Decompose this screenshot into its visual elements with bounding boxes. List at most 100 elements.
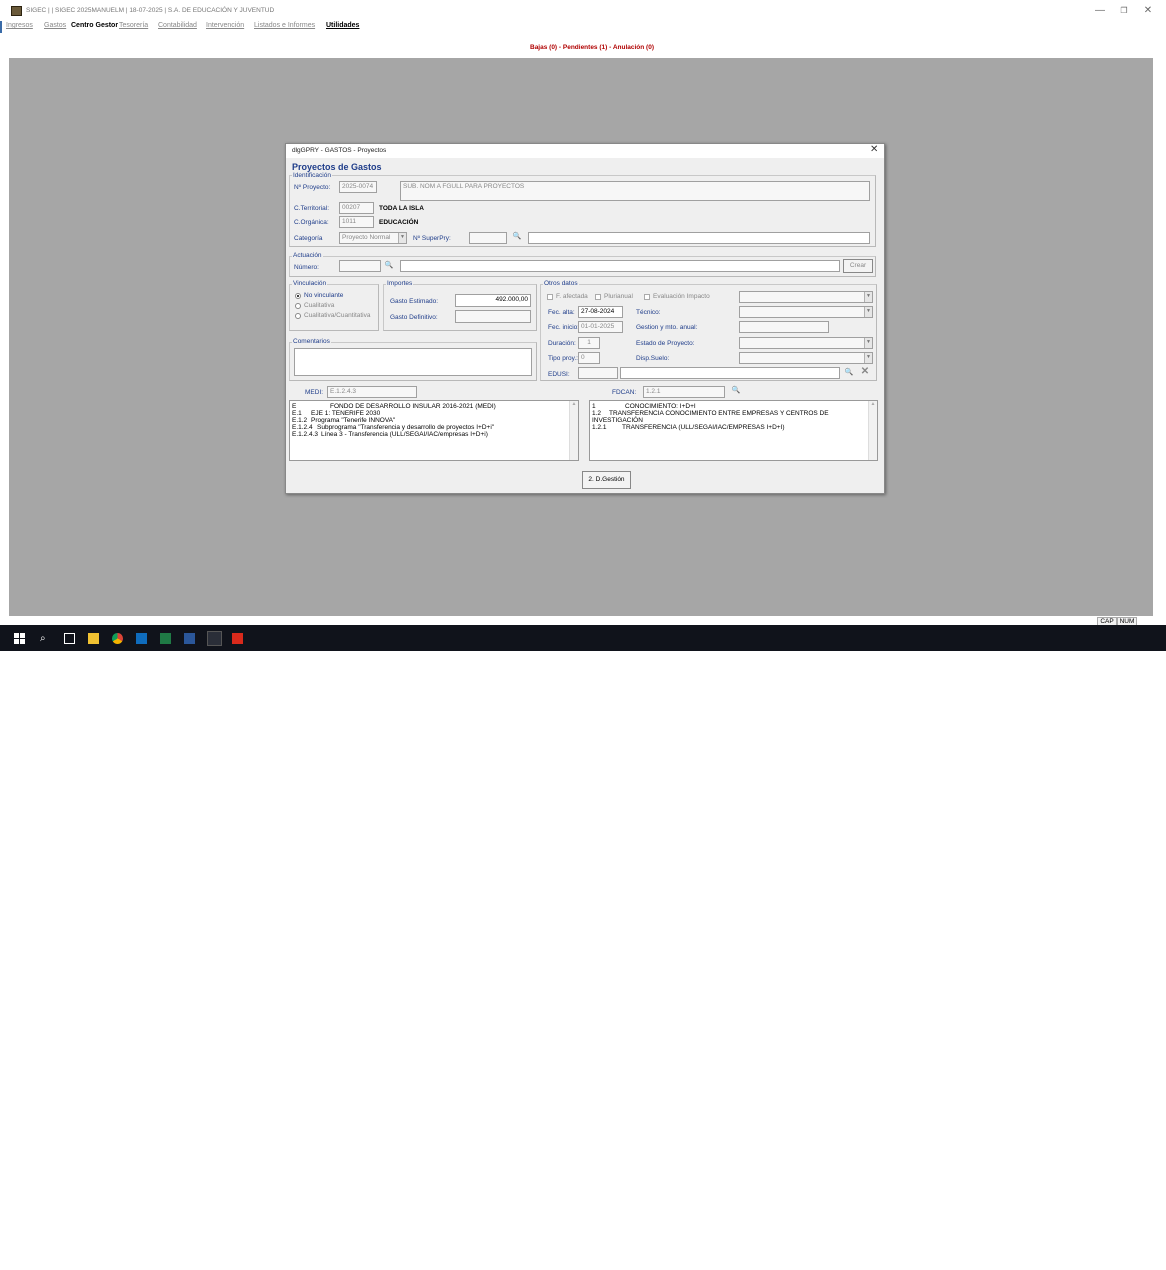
menu-utilidades[interactable]: Utilidades: [326, 22, 359, 29]
f-afectada-label: F. afectada: [556, 293, 588, 300]
chevron-down-icon: ▼: [864, 292, 872, 302]
f-afectada-checkbox[interactable]: [547, 294, 553, 300]
medi-row-text: Subprograma "Transferencia y desarrollo …: [317, 424, 495, 431]
superpry-descripcion-field[interactable]: [528, 232, 870, 244]
edusi-descripcion-field[interactable]: [620, 367, 840, 379]
tipo-proy-field[interactable]: 0: [578, 352, 600, 364]
dialog-titlebar: dlgGPRY - GASTOS - Proyectos ✕: [286, 144, 884, 158]
comentarios-textarea[interactable]: [294, 348, 532, 376]
gasto-estimado-field[interactable]: 492.000,00: [455, 294, 531, 307]
medi-row-code: E: [292, 403, 297, 410]
estado-proyecto-select[interactable]: ▼: [739, 337, 873, 349]
c-organica-desc: EDUCACIÓN: [379, 219, 419, 226]
window-titlebar: SIGEC | | SIGEC 2025MANUELM | 18-07-2025…: [0, 0, 1166, 20]
search-icon[interactable]: 🔍: [511, 232, 523, 242]
medi-listbox[interactable]: E FONDO DE DESARROLLO INSULAR 2016-2021 …: [289, 400, 579, 461]
fdcan-row-code: 1.2.1: [592, 424, 607, 431]
minimize-button[interactable]: —: [1090, 4, 1110, 18]
fdcan-row-text: TRANSFERENCIA CONOCIMIENTO ENTRE EMPRESA…: [609, 410, 829, 417]
fec-inicio-field[interactable]: 01-01-2025: [578, 321, 623, 333]
dialog-close-button[interactable]: ✕: [870, 144, 878, 155]
acrobat-icon[interactable]: [232, 633, 243, 644]
windows-start-icon[interactable]: [14, 633, 25, 644]
fdcan-row-text: CONOCIMIENTO: I+D+I: [625, 403, 696, 410]
tecnico-label: Técnico:: [636, 309, 661, 316]
gasto-definitivo-field[interactable]: [455, 310, 531, 323]
close-window-button[interactable]: ✕: [1138, 4, 1158, 18]
proyecto-descripcion-field[interactable]: SUB. NOM A FGULL PARA PROYECTOS: [400, 181, 870, 201]
duracion-label: Duración:: [548, 340, 576, 347]
word-icon[interactable]: [184, 633, 195, 644]
excel-icon[interactable]: [160, 633, 171, 644]
menu-contabilidad[interactable]: Contabilidad: [158, 22, 197, 29]
radio-cualitativa-cuantitativa[interactable]: [295, 313, 301, 319]
menu-intervencion[interactable]: Intervención: [206, 22, 244, 29]
menu-gastos[interactable]: Gastos: [44, 22, 66, 29]
fdcan-field[interactable]: 1.2.1: [643, 386, 725, 398]
sigec-app-icon[interactable]: [207, 631, 222, 646]
importes-group: [383, 284, 537, 331]
fdcan-scrollbar[interactable]: ▲: [868, 401, 877, 460]
menu-ingresos[interactable]: Ingresos: [6, 22, 33, 29]
plurianual-checkbox[interactable]: [595, 294, 601, 300]
chevron-down-icon: ▼: [398, 233, 406, 243]
identificacion-legend: Identificación: [292, 172, 332, 179]
actuacion-numero-field[interactable]: [339, 260, 381, 272]
evaluacion-impacto-checkbox[interactable]: [644, 294, 650, 300]
comentarios-legend: Comentarios: [292, 338, 331, 345]
task-view-icon[interactable]: [64, 633, 75, 644]
medi-label: MEDI:: [305, 389, 324, 396]
outlook-icon[interactable]: [136, 633, 147, 644]
pending-status-text: Bajas (0) - Pendientes (1) - Anulación (…: [530, 44, 655, 51]
medi-row-text: EJE 1: TENERIFE 2030: [311, 410, 381, 417]
no-vinculante-label: No vinculante: [304, 292, 344, 299]
clock-date: 18/07/2025: [1129, 1263, 1160, 1269]
medi-row-text: Línea 3 - Transferencia (ULL/SEGAI/IAC/e…: [321, 431, 488, 438]
actuacion-descripcion-field[interactable]: [400, 260, 840, 272]
search-icon[interactable]: 🔍: [730, 386, 742, 396]
maximize-button[interactable]: ❐: [1114, 4, 1134, 18]
taskbar-clock[interactable]: 9:14 18/07/2025: [1116, 1256, 1160, 1270]
medi-row-code: E.1.2.4.3: [292, 431, 319, 438]
importes-legend: Importes: [386, 280, 414, 287]
c-organica-field[interactable]: 1011: [339, 216, 374, 228]
cualitativa-label: Cualitativa: [304, 302, 335, 309]
edusi-field[interactable]: [578, 367, 618, 379]
categoria-select[interactable]: Proyecto Normal ▼: [339, 232, 407, 244]
num-superpry-field[interactable]: [469, 232, 507, 244]
medi-scrollbar[interactable]: ▲: [569, 401, 578, 460]
chrome-icon[interactable]: [112, 633, 123, 644]
menu-listados-informes[interactable]: Listados e Informes: [254, 22, 315, 29]
radio-no-vinculante[interactable]: [295, 293, 301, 299]
medi-field[interactable]: E.1.2.4.3: [327, 386, 417, 398]
num-superpry-label: Nº SuperPry:: [413, 235, 451, 242]
medi-row-code: E.1: [292, 410, 302, 417]
gestion-mto-label: Gestion y mto. anual:: [636, 324, 698, 331]
gestion-button[interactable]: 2. D.Gestión: [582, 471, 631, 489]
menu-bar: Ingresos Gastos Centro Gestor Tesorería …: [0, 21, 1166, 33]
search-icon[interactable]: 🔍: [383, 261, 395, 271]
evaluacion-impacto-select[interactable]: ▼: [739, 291, 873, 303]
proyectos-dialog: dlgGPRY - GASTOS - Proyectos ✕ Proyectos…: [285, 143, 885, 494]
search-icon[interactable]: ⌕: [40, 633, 51, 644]
tecnico-select[interactable]: ▼: [739, 306, 873, 318]
gestion-mto-field[interactable]: [739, 321, 829, 333]
file-explorer-icon[interactable]: [88, 633, 99, 644]
duracion-field[interactable]: 1: [578, 337, 600, 349]
crear-button[interactable]: Crear: [843, 259, 873, 273]
cualitativa-cuantitativa-label: Cualitativa/Cuantitativa: [304, 312, 371, 319]
evaluacion-impacto-label: Evaluación Impacto: [653, 293, 710, 300]
c-territorial-desc: TODA LA ISLA: [379, 205, 424, 212]
num-proyecto-field[interactable]: 2025-0074: [339, 181, 377, 193]
menu-tesoreria[interactable]: Tesorería: [119, 22, 148, 29]
estado-proyecto-label: Estado de Proyecto:: [636, 340, 695, 347]
menu-centro-gestor[interactable]: Centro Gestor: [71, 22, 118, 29]
radio-cualitativa[interactable]: [295, 303, 301, 309]
c-territorial-field[interactable]: 00207: [339, 202, 374, 214]
disp-suelo-select[interactable]: ▼: [739, 352, 873, 364]
fec-alta-field[interactable]: 27-08-2024: [578, 306, 623, 318]
clear-icon[interactable]: ✕: [859, 367, 871, 377]
chevron-down-icon: ▼: [864, 338, 872, 348]
fdcan-listbox[interactable]: 1 CONOCIMIENTO: I+D+I 1.2 TRANSFERENCIA …: [589, 400, 878, 461]
search-icon[interactable]: 🔍: [843, 368, 855, 378]
